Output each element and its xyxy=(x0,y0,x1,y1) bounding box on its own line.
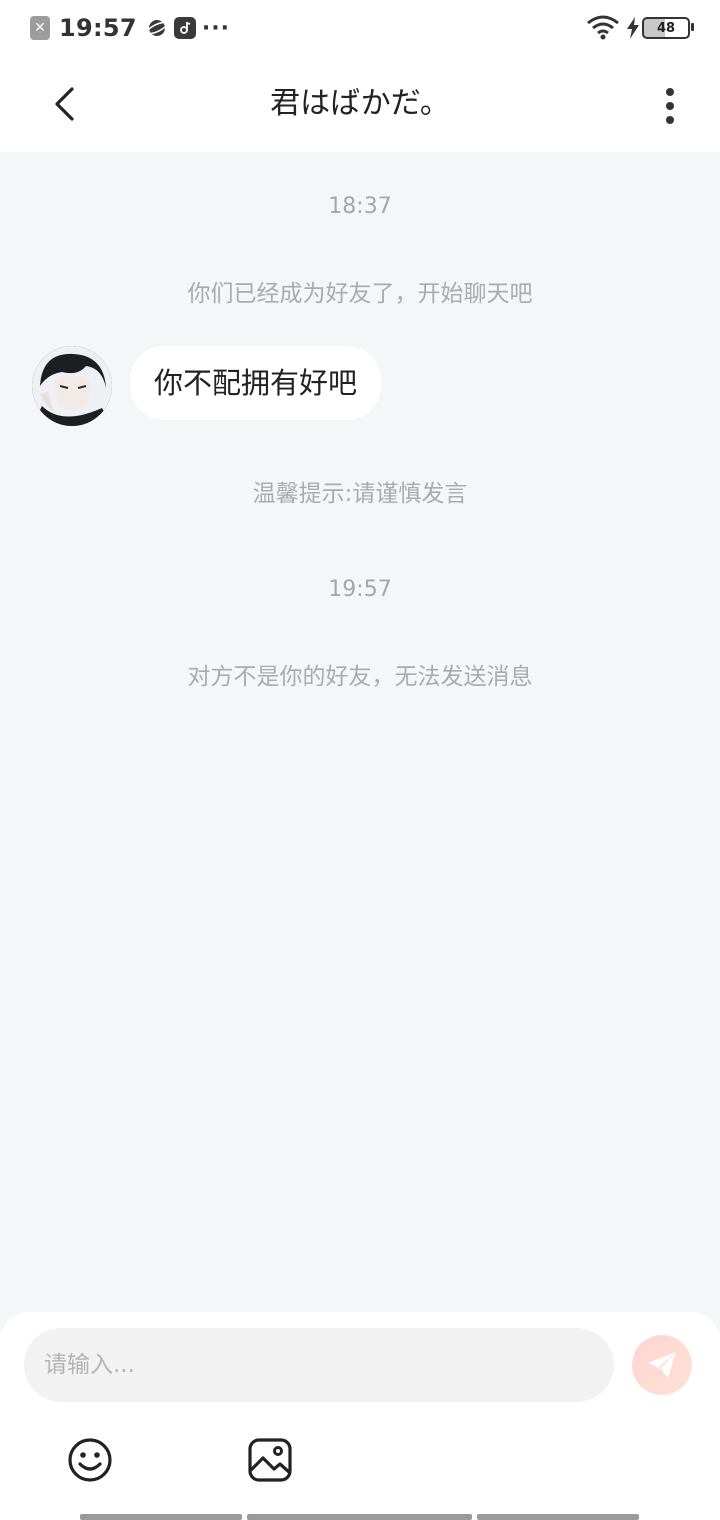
avatar[interactable] xyxy=(32,346,112,426)
nav-indicator-segment xyxy=(247,1514,472,1520)
system-message: 对方不是你的好友，无法发送消息 xyxy=(187,664,533,690)
system-message: 你们已经成为好友了，开始聊天吧 xyxy=(187,281,533,307)
image-icon xyxy=(248,1438,292,1482)
message-input[interactable] xyxy=(24,1328,614,1402)
smile-icon xyxy=(68,1438,112,1482)
chevron-left-icon xyxy=(55,87,74,121)
music-icon xyxy=(173,17,196,39)
emoji-button[interactable] xyxy=(66,1436,114,1484)
avatar-illustration xyxy=(32,346,112,426)
battery-icon: 48 xyxy=(642,17,694,39)
send-button[interactable] xyxy=(632,1335,692,1395)
chat-screen: ✕ 19:57 ··· 48 君はばかだ。 18:37 你们已经成为好友了，开始… xyxy=(0,0,720,1520)
page-title: 君はばかだ。 xyxy=(270,86,450,121)
planet-icon xyxy=(146,20,168,36)
status-time: 19:57 xyxy=(59,14,137,42)
nav-indicator-segment xyxy=(80,1514,242,1520)
timestamp: 19:57 xyxy=(328,577,392,602)
message-bubble[interactable]: 你不配拥有好吧 xyxy=(130,346,382,420)
chat-header: 君はばかだ。 xyxy=(0,56,720,152)
input-panel xyxy=(0,1312,720,1520)
message-list[interactable]: 18:37 你们已经成为好友了，开始聊天吧 你不配拥有好吧 温馨提示:请谨慎发言… xyxy=(0,152,720,1312)
more-options-button[interactable] xyxy=(646,82,694,130)
timestamp: 18:37 xyxy=(328,194,392,219)
warning-tip: 温馨提示:请谨慎发言 xyxy=(252,481,468,507)
more-vertical-icon xyxy=(666,88,674,124)
wifi-icon xyxy=(587,15,619,40)
nav-indicator-segment xyxy=(477,1514,639,1520)
status-left: ✕ 19:57 ··· xyxy=(30,12,230,44)
charging-bolt-icon xyxy=(627,17,639,39)
image-button[interactable] xyxy=(246,1436,294,1484)
status-right: 48 xyxy=(586,14,694,42)
message-row: 你不配拥有好吧 xyxy=(32,346,382,426)
app-notification-icon: ✕ xyxy=(30,16,50,40)
paper-plane-icon xyxy=(648,1352,676,1378)
battery-level: 48 xyxy=(656,20,676,36)
status-bar: ✕ 19:57 ··· 48 xyxy=(0,0,720,56)
more-notifications-indicator: ··· xyxy=(201,15,230,41)
back-button[interactable] xyxy=(40,80,88,128)
